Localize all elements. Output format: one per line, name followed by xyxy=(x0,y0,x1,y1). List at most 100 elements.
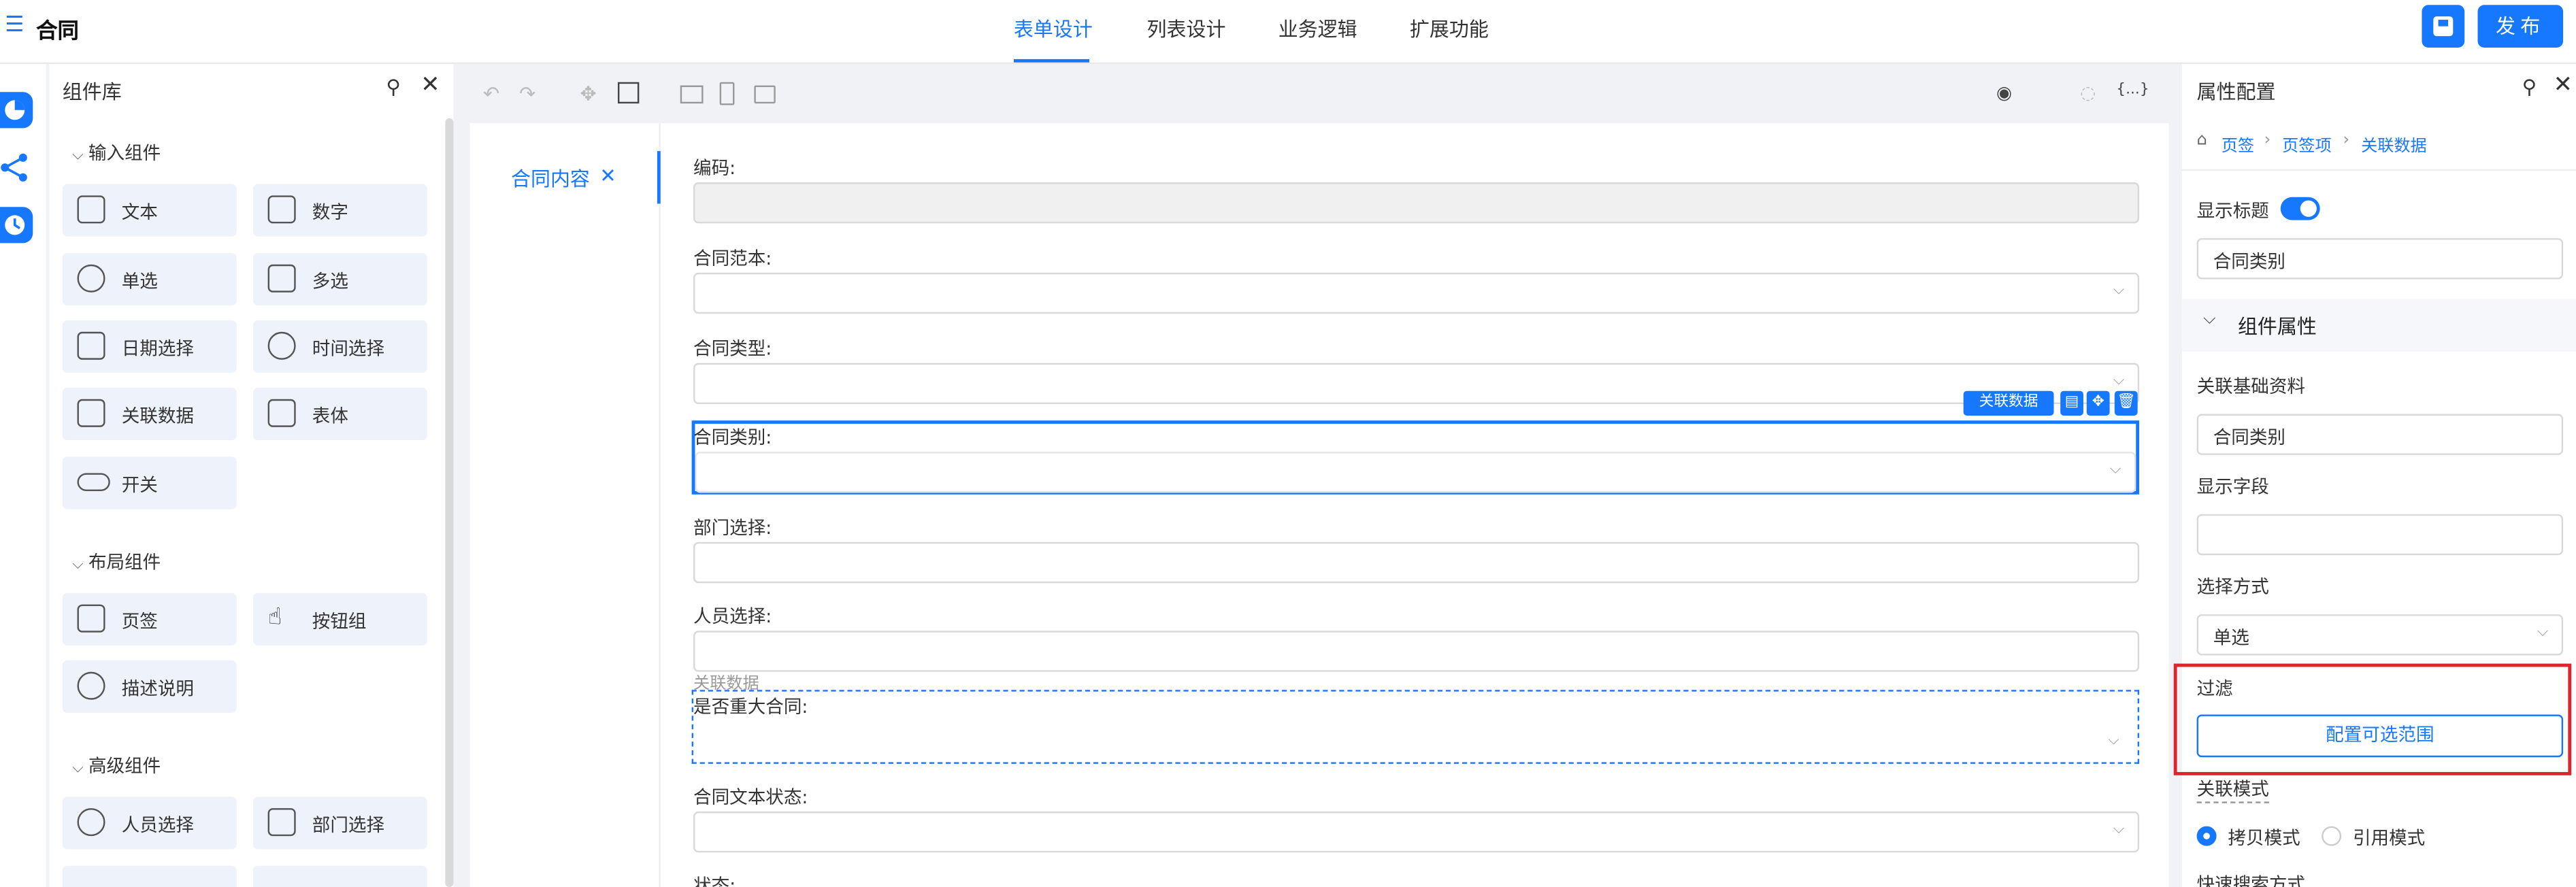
chevron-down-icon: ⌵ xyxy=(2113,282,2125,299)
chevron-down-icon: ⌵ xyxy=(2113,373,2125,390)
pin-icon[interactable]: ⚲ xyxy=(2522,76,2537,99)
close-icon[interactable]: ✕ xyxy=(420,72,440,99)
library-scrollbar[interactable] xyxy=(445,118,454,887)
move-icon[interactable]: ✥ xyxy=(580,82,596,105)
chevron-down-icon: ⌵ xyxy=(2108,733,2119,750)
selected-field-badge: 关联数据 xyxy=(1963,390,2054,416)
show-title-toggle[interactable] xyxy=(2280,197,2320,220)
tablet-icon[interactable] xyxy=(754,85,776,104)
drop-placeholder[interactable] xyxy=(691,690,2140,764)
comp-user-select[interactable]: 人员选择 xyxy=(62,797,237,850)
comp-table-body[interactable]: 表体 xyxy=(252,387,427,441)
display-field-input[interactable] xyxy=(2196,514,2564,556)
active-tab-underline xyxy=(1013,58,1090,63)
comp-date[interactable]: 日期选择 xyxy=(62,320,237,373)
calendar-icon xyxy=(77,331,105,360)
rail-pie-chart-icon[interactable] xyxy=(0,92,33,129)
pin-icon[interactable]: ⚲ xyxy=(386,76,400,99)
comp-switch[interactable]: 开关 xyxy=(62,456,237,509)
code-icon[interactable]: {...} xyxy=(2116,82,2149,99)
select-mode-select[interactable]: 单选 ⌵ xyxy=(2196,614,2564,656)
field-contract-type-select[interactable]: ⌵ xyxy=(693,363,2140,405)
radio-copy-mode[interactable] xyxy=(2196,826,2217,846)
comp-checkbox[interactable]: 多选 xyxy=(252,252,427,306)
comp-department-select[interactable]: 部门选择 xyxy=(252,797,427,850)
tab-extensions[interactable]: 扩展功能 xyxy=(1410,15,1489,43)
redo-icon[interactable]: ↷ xyxy=(519,82,535,105)
preview-eye-icon[interactable]: ◉ xyxy=(1996,82,2012,103)
phone-icon[interactable] xyxy=(719,82,735,105)
comp-time[interactable]: 时间选择 xyxy=(252,320,427,373)
chevron-down-icon: ⌵ xyxy=(2203,310,2216,329)
layers-icon xyxy=(267,808,296,837)
tab-close-icon[interactable]: ✕ xyxy=(599,164,616,187)
breadcrumb-tab[interactable]: 页签 xyxy=(2222,131,2254,156)
form-canvas xyxy=(469,123,2169,887)
field-label-contract-type: 合同类型: xyxy=(693,338,772,360)
breadcrumb-tab-item[interactable]: 页签项 xyxy=(2282,131,2331,156)
field-contract-category-select[interactable]: ⌵ xyxy=(695,452,2136,493)
delete-icon[interactable]: 🗑 xyxy=(2114,390,2138,416)
chevron-down-icon: ⌵ xyxy=(2113,821,2125,838)
radio-icon xyxy=(77,264,105,292)
library-title: 组件库 xyxy=(62,80,122,104)
select-mode-label: 选择方式 xyxy=(2196,576,2269,598)
menu-icon[interactable]: ☰ xyxy=(5,14,24,38)
field-text-status-select[interactable]: ⌵ xyxy=(693,811,2140,853)
field-label-status: 状态: xyxy=(693,875,736,887)
section-title: 组件属性 xyxy=(2237,315,2317,339)
comp-radio[interactable]: 单选 xyxy=(62,252,237,306)
drag-move-icon[interactable]: ✥ xyxy=(2086,390,2110,416)
tab-form-design[interactable]: 表单设计 xyxy=(1014,15,1093,43)
field-label-department: 部门选择: xyxy=(693,517,772,539)
chevron-right-icon: › xyxy=(2264,131,2271,150)
group-input-components[interactable]: 输入组件 xyxy=(72,139,161,166)
field-user-input[interactable] xyxy=(693,631,2140,672)
quick-search-label: 快速搜索方式 xyxy=(2196,873,2305,887)
comp-text[interactable]: 文本 xyxy=(62,184,237,237)
comp-button-group[interactable]: ☝ 按钮组 xyxy=(252,592,427,646)
field-department-input[interactable] xyxy=(693,541,2140,584)
comp-number[interactable]: 数字 xyxy=(252,184,427,237)
publish-button[interactable]: 发布 xyxy=(2477,5,2564,48)
radio-reference-mode-label[interactable]: 引用模式 xyxy=(2353,824,2425,851)
breadcrumb-related-data[interactable]: 关联数据 xyxy=(2361,131,2427,156)
info-icon xyxy=(77,671,105,700)
undo-icon[interactable]: ↶ xyxy=(483,82,499,105)
home-icon[interactable]: ⌂ xyxy=(2197,131,2207,150)
field-label-text-status: 合同文本状态: xyxy=(693,786,808,809)
tab-divider xyxy=(659,123,661,887)
group-layout-components[interactable]: 布局组件 xyxy=(72,549,161,575)
copy-icon[interactable]: ▤ xyxy=(2060,390,2083,416)
rail-clock-icon[interactable] xyxy=(0,207,33,244)
field-label-major-contract: 是否重大合同: xyxy=(693,696,808,718)
configure-range-button[interactable]: 配置可选范围 xyxy=(2196,714,2564,758)
close-icon[interactable]: ✕ xyxy=(2554,72,2573,99)
save-button[interactable] xyxy=(2422,5,2465,48)
comp-more-1[interactable] xyxy=(62,865,237,887)
radio-reference-mode[interactable] xyxy=(2322,826,2342,846)
checkbox-icon xyxy=(267,264,296,292)
table-icon xyxy=(267,399,296,427)
comp-more-2[interactable] xyxy=(252,865,427,887)
title-input[interactable]: 合同类别 xyxy=(2196,238,2564,280)
rail-share-icon[interactable] xyxy=(0,150,33,186)
field-label-code: 编码: xyxy=(693,157,736,180)
field-label-contract-category: 合同类别: xyxy=(693,426,772,449)
radio-copy-mode-label[interactable]: 拷贝模式 xyxy=(2228,824,2300,851)
field-code-input[interactable] xyxy=(693,182,2140,224)
comp-tabs[interactable]: 页签 xyxy=(62,592,237,646)
tab-business-logic[interactable]: 业务逻辑 xyxy=(1278,15,1357,43)
comp-description[interactable]: 描述说明 xyxy=(62,660,237,714)
field-template-select[interactable]: ⌵ xyxy=(693,272,2140,314)
clock-icon xyxy=(267,331,296,360)
select-frame-icon[interactable] xyxy=(617,82,640,104)
tab-list-design[interactable]: 列表设计 xyxy=(1147,15,1226,43)
comp-related-data[interactable]: 关联数据 xyxy=(62,387,237,441)
app-title: 合同 xyxy=(36,19,79,45)
base-data-input[interactable]: 合同类别 xyxy=(2196,414,2564,455)
group-advanced-components[interactable]: 高级组件 xyxy=(72,752,161,779)
canvas-tab[interactable]: 合同内容 xyxy=(511,164,590,192)
desktop-icon[interactable] xyxy=(680,85,704,104)
clear-icon[interactable]: ◌ xyxy=(2080,82,2096,103)
